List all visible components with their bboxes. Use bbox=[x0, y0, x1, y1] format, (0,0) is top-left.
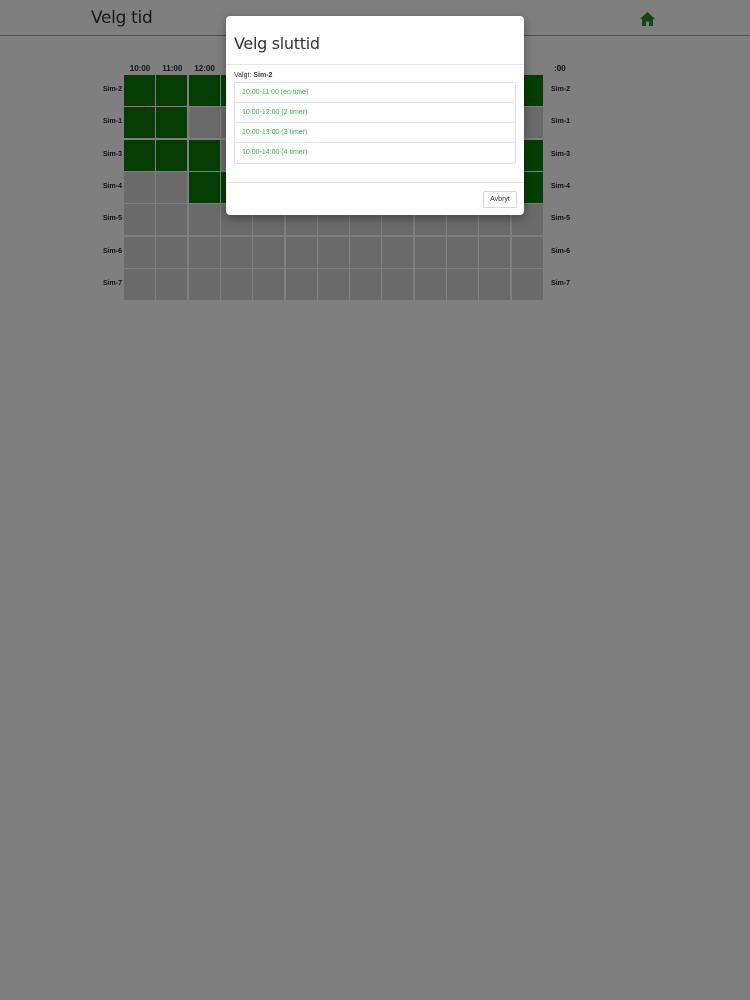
modal-footer: Avbryt bbox=[226, 182, 524, 215]
chosen-simulator-line: Valgt: Sim-2 bbox=[234, 72, 516, 79]
end-time-option-list: 10:00-11:00 (en time) 10:00-12:00 (2 time… bbox=[234, 82, 516, 164]
modal-body: Valgt: Sim-2 10:00-11:00 (en time) 10:00-… bbox=[234, 72, 516, 164]
end-time-modal: Velg sluttid Valgt: Sim-2 10:00-11:00 (e… bbox=[226, 16, 524, 215]
end-time-option[interactable]: 10:00-13:00 (3 timer) bbox=[235, 123, 515, 143]
end-time-option[interactable]: 10:00-12:00 (2 timer) bbox=[235, 103, 515, 123]
modal-header: Velg sluttid bbox=[226, 16, 524, 65]
end-time-option[interactable]: 10:00-11:00 (en time) bbox=[235, 83, 515, 103]
chosen-label: Valgt: bbox=[234, 72, 252, 79]
modal-title: Velg sluttid bbox=[234, 34, 320, 53]
cancel-button[interactable]: Avbryt bbox=[483, 191, 517, 208]
end-time-option[interactable]: 10:00-14:00 (4 timer) bbox=[235, 143, 515, 163]
chosen-value: Sim-2 bbox=[253, 72, 273, 79]
